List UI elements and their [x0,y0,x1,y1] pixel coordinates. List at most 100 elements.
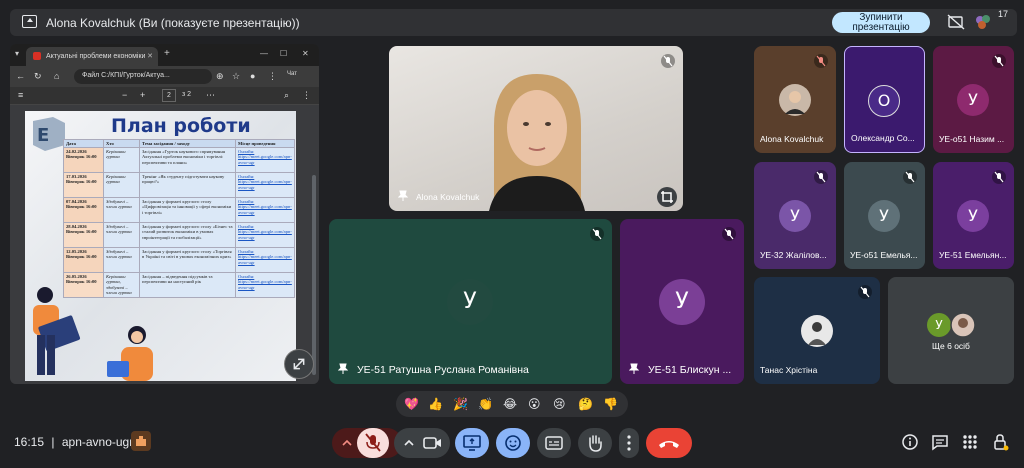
more-participants-tile[interactable]: У Ще 6 осіб [888,277,1014,384]
page-number-input[interactable]: 2 [162,89,176,102]
meeting-details-icon[interactable] [901,433,919,451]
new-tab-icon[interactable]: + [164,48,170,59]
photo-avatar-icon [950,312,976,338]
zoom-icon[interactable]: ⊕ [216,71,224,82]
cell-place: Онлайн: https://meet.google.com/apn-avno… [235,197,295,223]
pdf-scrollbar[interactable] [312,175,316,375]
mic-off-button[interactable] [357,428,389,458]
reaction-thumbs-down[interactable]: 👎 [603,396,618,412]
reload-icon[interactable]: ↻ [34,71,42,82]
cell-date: 24.02.2026 Вівторок 16:00 [63,147,104,173]
avatar: У [957,84,989,116]
reaction-party[interactable]: 🎉 [453,396,468,412]
reaction-thumbs-up[interactable]: 👍 [428,396,443,412]
browser-tab[interactable]: Актуальні проблеми економіки ✕ [26,47,158,66]
camera-options-chevron-icon[interactable] [402,436,416,450]
pdf-viewer[interactable]: E План роботи Дата Хто Тема засідання / … [10,105,319,384]
avatar: У [927,313,951,337]
cell-topic: Засідання у форматі круглого столу «Бізн… [139,222,236,248]
reaction-heart[interactable]: 💖 [404,396,419,412]
reaction-surprised[interactable]: 😮 [528,396,541,412]
pin-icon[interactable] [629,363,639,375]
close-window-icon[interactable]: ✕ [302,49,309,58]
cell-place: Онлайн: https://meet.google.com/apn-avno… [235,172,295,198]
zoom-out-icon[interactable]: − [122,90,127,100]
cell-date: 17.03.2026 Вівторок 16:00 [63,172,104,198]
cell-topic: Засідання – підведення підсумків та перс… [139,272,236,298]
host-lock-icon[interactable] [991,433,1009,451]
participant-tile-emelian[interactable]: У УЕ-51 Емельян... [933,162,1014,269]
stop-label-line2: презентацію [852,22,910,33]
crop-frame-icon[interactable] [657,187,677,207]
reaction-thinking[interactable]: 🤔 [578,396,593,412]
participant-name: УЕ-о51 Назим ... [939,134,1005,144]
speaker-name: Alona Kovalchuk [416,192,480,202]
mic-options-chevron-icon[interactable] [340,436,354,450]
bookmark-icon[interactable]: ☆ [232,71,240,82]
header-date: Дата [63,139,104,148]
pin-icon[interactable] [338,363,348,375]
raise-hand-button[interactable] [578,428,612,458]
muted-mic-icon [992,54,1006,68]
leave-call-button[interactable] [646,428,692,458]
fullscreen-button[interactable] [284,349,314,379]
more-icon[interactable]: ⋯ [206,90,215,101]
cell-place: Онлайн: https://meet.google.com/apn-avno… [235,247,295,273]
tab-close-icon[interactable]: ✕ [147,52,153,60]
clock-time: 16:15 [14,435,45,449]
separator: | [51,435,55,449]
avatar: У [957,200,989,232]
minimize-icon[interactable]: — [260,49,268,58]
pdf-more-icon[interactable]: ⋮ [302,90,311,101]
captions-button[interactable] [537,428,571,458]
muted-mic-icon [814,54,828,68]
participant-tile-kovalchuk[interactable]: Alona Kovalchuk [754,46,836,153]
table-row: 07.04.2026 Вівторок 16:00 Здобувачі – чл… [63,197,295,223]
address-bar[interactable]: Файл C:/КПІ/Гурток/Актуа... [74,69,212,84]
camera-icon[interactable] [422,434,444,452]
stop-presenting-button[interactable]: Зупинити презентацію [832,12,930,33]
pdf-search-icon[interactable]: ⌕ [284,90,289,101]
maximize-icon[interactable]: ☐ [280,49,287,58]
muted-mic-icon [590,227,604,241]
pin-icon[interactable] [398,190,408,202]
participant-tile-emelianova[interactable]: У УЕ-о51 Емелья... [844,162,925,269]
participants-count[interactable]: 17 [998,9,1008,19]
zoom-in-icon[interactable]: + [140,90,145,100]
cell-who: Керівники гуртка, здобувачі – члени гурт… [103,272,140,298]
present-now-button[interactable] [455,428,489,458]
participant-tile-oleksandr[interactable]: О Олександр Со... [844,46,925,153]
participant-tile-zhalilov[interactable]: У УЕ-32 Жалілов... [754,162,836,269]
participants-avatars-icon[interactable] [974,14,996,30]
more-options-button[interactable] [619,428,639,458]
participant-tile-nazym[interactable]: У УЕ-о51 Назим ... [933,46,1014,153]
reaction-sad[interactable]: 😢 [553,396,566,412]
host-controls-icon[interactable] [131,431,151,451]
meeting-code[interactable]: apn-avno-ugr [62,435,133,449]
table-row: 24.02.2026 Вівторок 16:00 Керівники гурт… [63,147,295,173]
pdf-toolbar: ≡ − + 2 з 2 ⋯ ⌕ ⋮ [10,87,319,105]
avatar: У [868,200,900,232]
pdf-menu-icon[interactable]: ≡ [18,90,23,100]
reaction-laugh[interactable]: 😂 [503,396,517,412]
activities-grid-icon[interactable] [961,433,979,451]
chat-button[interactable]: Чат [287,71,297,77]
speaker-tile[interactable]: Alona Kovalchuk [389,46,683,211]
cell-who: Здобувачі – члени гуртка [103,247,140,273]
participant-tile-blyskun[interactable]: У УЕ-51 Блискун ... [620,219,744,384]
participant-tile-ratushna[interactable]: У УЕ-51 Ратушна Руслана Романівна [329,219,612,384]
home-icon[interactable]: ⌂ [54,71,59,81]
hide-self-view-icon[interactable] [947,14,965,30]
profile-icon[interactable]: ● [250,71,255,81]
pdf-slide: E План роботи Дата Хто Тема засідання / … [25,111,296,381]
reaction-clap[interactable]: 👏 [478,396,493,412]
menu-dots-icon[interactable]: ⋮ [268,71,277,82]
reactions-button[interactable] [496,428,530,458]
muted-mic-icon [722,227,736,241]
tab-list-icon[interactable]: ▾ [15,49,19,58]
header-who: Хто [103,139,140,148]
back-icon[interactable]: ← [16,71,25,81]
chat-icon[interactable] [931,433,949,451]
muted-mic-icon [992,170,1006,184]
participant-tile-tanas[interactable]: Танас Хрістіна [754,277,880,384]
